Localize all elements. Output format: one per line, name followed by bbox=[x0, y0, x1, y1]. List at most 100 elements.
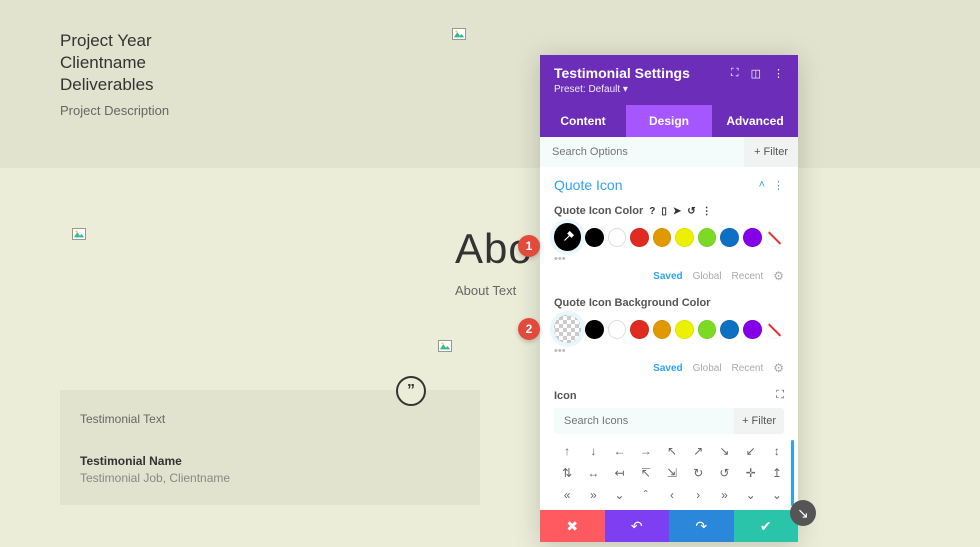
swatch-more-dots[interactable]: ••• bbox=[540, 345, 798, 357]
broken-image-icon bbox=[438, 340, 452, 352]
swatch-white[interactable] bbox=[608, 320, 627, 339]
quote-icon[interactable]: ” bbox=[396, 376, 426, 406]
icon-option[interactable]: ↤ bbox=[606, 462, 632, 484]
testimonial-job: Testimonial Job, Clientname bbox=[80, 471, 460, 485]
icon-option[interactable]: ‹ bbox=[659, 484, 685, 506]
icon-option[interactable]: ⌄ bbox=[738, 484, 764, 506]
swatch-orange[interactable] bbox=[653, 320, 672, 339]
icon-search-row: + Filter bbox=[554, 408, 784, 434]
icon-option[interactable]: ↖ bbox=[659, 440, 685, 462]
icon-option[interactable]: ↗ bbox=[685, 440, 711, 462]
swatch-purple[interactable] bbox=[743, 320, 762, 339]
palette-saved[interactable]: Saved bbox=[653, 363, 682, 374]
icon-option[interactable]: ↑ bbox=[554, 440, 580, 462]
search-input[interactable] bbox=[540, 137, 744, 167]
swatch-none[interactable] bbox=[766, 320, 785, 339]
icon-option[interactable]: ⇅ bbox=[554, 462, 580, 484]
tab-advanced[interactable]: Advanced bbox=[712, 105, 798, 137]
help-icon[interactable]: ? bbox=[649, 206, 655, 217]
panel-preset[interactable]: Preset: Default ▾ bbox=[554, 84, 784, 95]
icon-search-input[interactable] bbox=[554, 408, 734, 434]
swatch-black[interactable] bbox=[585, 228, 604, 247]
icon-option[interactable]: ↥ bbox=[764, 462, 790, 484]
project-info: Project Year Clientname Deliverables Pro… bbox=[60, 30, 169, 118]
swatch-green[interactable] bbox=[698, 320, 717, 339]
icon-option[interactable]: ↘ bbox=[711, 440, 737, 462]
swatch-eyedropper[interactable] bbox=[554, 223, 581, 251]
filter-button[interactable]: + Filter bbox=[744, 137, 798, 167]
section-quote-icon[interactable]: Quote Icon bbox=[554, 177, 623, 193]
kebab-icon[interactable]: ⋮ bbox=[773, 67, 784, 80]
gear-icon[interactable]: ⚙ bbox=[773, 361, 784, 375]
expand-icon[interactable]: ⛶ bbox=[731, 67, 739, 80]
kebab-icon[interactable]: ⋮ bbox=[773, 179, 784, 192]
tab-design[interactable]: Design bbox=[626, 105, 712, 137]
swatch-yellow[interactable] bbox=[675, 228, 694, 247]
swatch-red[interactable] bbox=[630, 320, 649, 339]
icon-option[interactable]: → bbox=[633, 440, 659, 462]
icon-option[interactable]: ↻ bbox=[685, 462, 711, 484]
filter-button[interactable]: + Filter bbox=[734, 408, 784, 434]
swatch-purple[interactable] bbox=[743, 228, 762, 247]
icon-option[interactable]: ↕ bbox=[764, 440, 790, 462]
swatch-blue[interactable] bbox=[720, 320, 739, 339]
swatch-none[interactable] bbox=[766, 228, 785, 247]
palette-saved[interactable]: Saved bbox=[653, 271, 682, 282]
reset-icon[interactable]: ↺ bbox=[687, 206, 695, 217]
swatch-red[interactable] bbox=[630, 228, 649, 247]
swatch-more-dots[interactable]: ••• bbox=[540, 253, 798, 265]
icon-option[interactable]: ↙ bbox=[738, 440, 764, 462]
project-client: Clientname bbox=[60, 52, 169, 74]
label-icon-row: Icon ⛶ bbox=[540, 381, 798, 404]
cancel-button[interactable]: ✖ bbox=[540, 510, 605, 542]
swatch-yellow[interactable] bbox=[675, 320, 694, 339]
icon-option[interactable]: ⇲ bbox=[659, 462, 685, 484]
tab-content[interactable]: Content bbox=[540, 105, 626, 137]
swatch-green[interactable] bbox=[698, 228, 717, 247]
snap-icon[interactable]: ◫ bbox=[751, 67, 761, 80]
settings-panel: Testimonial Settings ⛶ ◫ ⋮ Preset: Defau… bbox=[540, 55, 798, 542]
save-button[interactable]: ✔ bbox=[734, 510, 799, 542]
redo-button[interactable]: ↷ bbox=[669, 510, 734, 542]
testimonial-card: Testimonial Text Testimonial Name Testim… bbox=[60, 390, 480, 505]
icon-option[interactable]: » bbox=[711, 484, 737, 506]
phone-icon[interactable]: ▯ bbox=[661, 206, 667, 217]
undo-button[interactable]: ↶ bbox=[605, 510, 670, 542]
testimonial-text: Testimonial Text bbox=[80, 412, 460, 426]
swatch-transparent[interactable] bbox=[554, 315, 581, 343]
panel-header[interactable]: Testimonial Settings ⛶ ◫ ⋮ Preset: Defau… bbox=[540, 55, 798, 105]
gear-icon[interactable]: ⚙ bbox=[773, 269, 784, 283]
icon-option[interactable]: ↓ bbox=[580, 440, 606, 462]
swatch-orange[interactable] bbox=[653, 228, 672, 247]
cursor-icon[interactable]: ➤ bbox=[673, 206, 681, 217]
collapse-icon[interactable]: ˄ bbox=[759, 179, 765, 191]
icon-option[interactable]: ↺ bbox=[711, 462, 737, 484]
label-quote-icon-color: Quote Icon Color ? ▯ ➤ ↺ ⋮ bbox=[540, 197, 798, 219]
project-deliverables: Deliverables bbox=[60, 74, 169, 96]
icon-grid-scrollbar[interactable] bbox=[791, 440, 794, 506]
color-swatches-icon-color bbox=[540, 219, 798, 255]
swatch-black[interactable] bbox=[585, 320, 604, 339]
project-year: Project Year bbox=[60, 30, 169, 52]
icon-option[interactable]: ˆ bbox=[633, 484, 659, 506]
swatch-white[interactable] bbox=[608, 228, 627, 247]
kebab-icon[interactable]: ⋮ bbox=[702, 206, 712, 217]
icon-option[interactable]: « bbox=[554, 484, 580, 506]
palette-recent[interactable]: Recent bbox=[732, 271, 764, 282]
label-quote-icon-bg: Quote Icon Background Color bbox=[540, 289, 798, 311]
icon-option[interactable]: ↸ bbox=[633, 462, 659, 484]
icon-option[interactable]: ↔ bbox=[580, 462, 606, 484]
resize-handle[interactable]: ↘ bbox=[790, 500, 816, 526]
icon-option[interactable]: » bbox=[580, 484, 606, 506]
color-swatches-icon-bg bbox=[540, 311, 798, 347]
icon-option[interactable]: ✛ bbox=[738, 462, 764, 484]
palette-global[interactable]: Global bbox=[693, 271, 722, 282]
expand-icon[interactable]: ⛶ bbox=[776, 389, 784, 402]
palette-global[interactable]: Global bbox=[693, 363, 722, 374]
icon-option[interactable]: ⌄ bbox=[764, 484, 790, 506]
swatch-blue[interactable] bbox=[720, 228, 739, 247]
palette-recent[interactable]: Recent bbox=[732, 363, 764, 374]
icon-option[interactable]: › bbox=[685, 484, 711, 506]
icon-option[interactable]: ⌄ bbox=[606, 484, 632, 506]
icon-option[interactable]: ← bbox=[606, 440, 632, 462]
